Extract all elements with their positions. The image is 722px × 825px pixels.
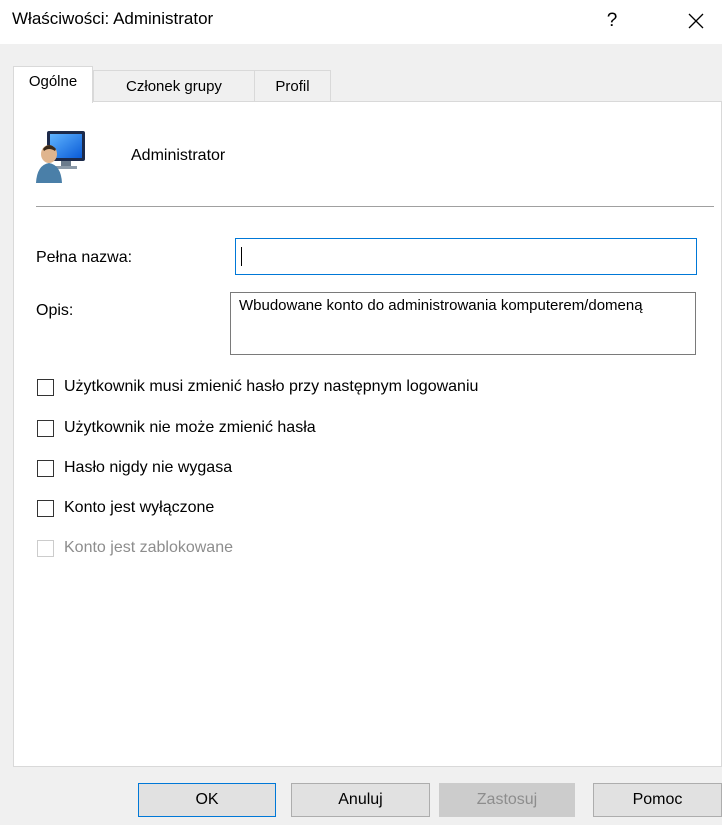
window-title: Właściwości: Administrator — [12, 9, 214, 28]
checkbox-box — [37, 540, 54, 557]
checkbox-label: Użytkownik nie może zmienić hasła — [64, 419, 316, 436]
help-button-footer[interactable]: Pomoc — [593, 783, 722, 817]
user-monitor-icon — [36, 131, 85, 183]
full-name-input[interactable] — [235, 238, 697, 275]
checkbox-box[interactable] — [37, 500, 54, 517]
apply-button: Zastosuj — [439, 783, 575, 817]
tab-profile[interactable]: Profil — [254, 70, 331, 102]
checkbox-label: Konto jest zablokowane — [64, 539, 233, 556]
username-label: Administrator — [131, 147, 226, 164]
checkbox-label: Hasło nigdy nie wygasa — [64, 459, 233, 476]
separator — [36, 206, 714, 207]
ok-button[interactable]: OK — [138, 783, 276, 817]
close-button[interactable] — [676, 2, 716, 40]
help-button[interactable]: ? — [592, 2, 632, 40]
tab-group-membership[interactable]: Członek grupy — [93, 70, 255, 102]
full-name-label: Pełna nazwa: — [36, 249, 133, 266]
cancel-button[interactable]: Anuluj — [291, 783, 430, 817]
checkbox-box[interactable] — [37, 460, 54, 477]
description-label: Opis: — [36, 302, 74, 319]
checkbox-box[interactable] — [37, 379, 54, 396]
general-tab-panel: Administrator Pełna nazwa: Opis: Wbudowa… — [13, 101, 722, 767]
title-bar: Właściwości: Administrator ? — [0, 0, 722, 44]
checkbox-label: Użytkownik musi zmienić hasło przy nastę… — [64, 378, 479, 395]
tab-general[interactable]: Ogólne — [13, 66, 93, 103]
text-caret — [241, 247, 242, 266]
checkbox-box[interactable] — [37, 420, 54, 437]
checkbox-label: Konto jest wyłączone — [64, 499, 215, 516]
description-input[interactable]: Wbudowane konto do administrowania kompu… — [230, 292, 696, 355]
close-icon — [688, 13, 704, 29]
